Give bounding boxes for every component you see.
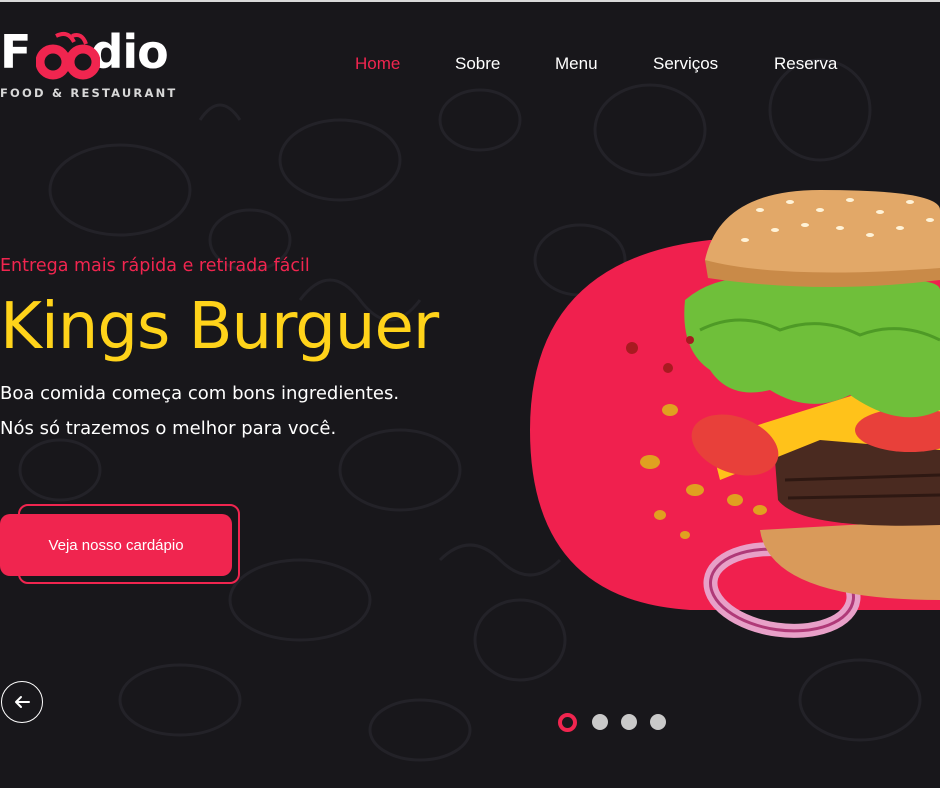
carousel-dot-3[interactable] [621,714,637,730]
hero-eyebrow: Entrega mais rápida e retirada fácil [0,256,310,276]
nav-item-menu[interactable]: Menu [555,54,598,74]
nav-item-reserva[interactable]: Reserva [774,54,837,74]
carousel-dot-2[interactable] [592,714,608,730]
cherry-logo-icon [36,32,100,80]
nav-item-home[interactable]: Home [355,54,400,74]
arrow-left-icon [15,696,30,708]
carousel-dot-4[interactable] [650,714,666,730]
carousel-prev-button[interactable] [1,681,43,723]
hero-description-line1: Boa comida começa com bons ingredientes. [0,383,400,404]
nav-item-sobre[interactable]: Sobre [455,54,500,74]
carousel-indicators [558,712,678,732]
site-logo[interactable]: Fdio FOOD & RESTAURANT [0,24,200,104]
logo-tagline: FOOD & RESTAURANT [0,86,178,100]
hero-title: Kings Burguer [0,290,439,364]
carousel-dot-1[interactable] [558,713,577,732]
burger-icon [530,190,940,638]
nav-item-servicos[interactable]: Serviços [653,54,718,74]
menu-cta-button[interactable]: Veja nosso cardápio [0,514,232,576]
hero-description-line2: Nós só trazemos o melhor para você. [0,418,337,439]
